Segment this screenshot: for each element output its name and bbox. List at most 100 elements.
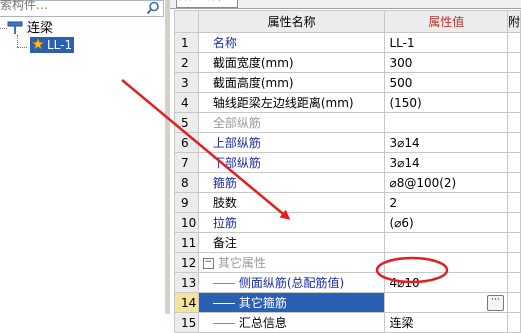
property-value[interactable]: 2 xyxy=(384,192,508,213)
property-value[interactable] xyxy=(384,252,508,273)
property-value[interactable]: 4⌀10 xyxy=(384,272,508,293)
attachment-cell[interactable] xyxy=(506,312,521,333)
row-number: 6 xyxy=(174,132,199,153)
property-name: 其它属性 xyxy=(217,256,266,270)
property-name: 截面宽度(mm) xyxy=(197,52,386,73)
table-row[interactable]: 12 − 其它属性 xyxy=(174,252,521,273)
property-name: 汇总信息 xyxy=(238,316,287,330)
tree-node-ll-1[interactable]: LL-1 xyxy=(30,37,74,53)
attachment-cell[interactable] xyxy=(506,52,521,73)
table-row[interactable]: 3 截面高度(mm) 500 xyxy=(174,72,521,93)
property-group-other[interactable]: − 其它属性 xyxy=(197,252,386,273)
search-input[interactable] xyxy=(0,0,140,13)
attachment-cell[interactable] xyxy=(506,92,521,113)
attachment-cell[interactable] xyxy=(506,192,521,213)
property-editor-panel: 属性编辑 属性名称 属性值 附 1 名称 LL-1 2 截面宽度(mm) xyxy=(170,0,521,333)
attachment-cell[interactable] xyxy=(506,212,521,233)
property-value[interactable]: 3⌀14 xyxy=(384,152,508,173)
property-name-header[interactable]: 属性名称 xyxy=(197,10,386,33)
property-value[interactable]: (⌀6) xyxy=(384,212,508,233)
row-number: 4 xyxy=(174,92,199,113)
row-number: 15 xyxy=(174,312,199,333)
property-value[interactable]: 300 xyxy=(384,52,508,73)
property-value[interactable]: 500 xyxy=(384,72,508,93)
property-value[interactable] xyxy=(384,232,508,253)
attachment-cell[interactable] xyxy=(506,172,521,193)
property-grid: 属性名称 属性值 附 1 名称 LL-1 2 截面宽度(mm) 300 3 截面… xyxy=(174,10,521,333)
attachment-cell[interactable] xyxy=(506,272,521,293)
property-name: 其它箍筋 xyxy=(238,296,287,310)
table-row[interactable]: 7 下部纵筋 3⌀14 xyxy=(174,152,521,173)
table-row[interactable]: 5 全部纵筋 xyxy=(174,112,521,133)
table-row[interactable]: 1 名称 LL-1 xyxy=(174,32,521,53)
property-name: 轴线距梁左边线距离(mm) xyxy=(197,92,386,113)
attachment-cell[interactable] xyxy=(506,292,521,313)
property-value[interactable]: 连梁 xyxy=(384,312,508,333)
row-number: 1 xyxy=(174,32,199,53)
attachment-cell[interactable] xyxy=(506,32,521,53)
tree-node-root-label: 连梁 xyxy=(27,21,54,36)
table-row[interactable]: 4 轴线距梁左边线距离(mm) (150) xyxy=(174,92,521,113)
property-name: 肢数 xyxy=(197,192,386,213)
collapse-toggle[interactable]: − xyxy=(202,258,214,269)
row-number: 5 xyxy=(174,112,199,133)
table-row[interactable]: 15 汇总信息 连梁 xyxy=(174,312,521,333)
property-name: 侧面纵筋(总配筋值) xyxy=(238,276,345,290)
table-row[interactable]: 6 上部纵筋 3⌀14 xyxy=(174,132,521,153)
property-name: 备注 xyxy=(197,232,386,253)
table-row[interactable]: 2 截面宽度(mm) 300 xyxy=(174,52,521,73)
row-number: 3 xyxy=(174,72,199,93)
component-star-icon xyxy=(32,38,44,50)
property-name-cell: 其它箍筋 xyxy=(197,292,386,313)
property-name: 全部纵筋 xyxy=(197,112,386,133)
tree-connector xyxy=(17,35,18,47)
property-value-header[interactable]: 属性值 xyxy=(384,10,508,33)
attachment-cell[interactable] xyxy=(506,232,521,253)
tree-connector xyxy=(17,47,27,48)
property-value-editor[interactable]: ··· xyxy=(384,292,508,313)
table-row[interactable]: 10 拉筋 (⌀6) xyxy=(174,212,521,233)
tree-indent-line xyxy=(212,283,235,284)
property-name: 下部纵筋 xyxy=(197,152,386,173)
table-row[interactable]: 9 肢数 2 xyxy=(174,192,521,213)
table-row[interactable]: 8 箍筋 ⌀8@100(2) xyxy=(174,172,521,193)
grid-header-row: 属性名称 属性值 附 xyxy=(174,10,521,33)
row-number: 11 xyxy=(174,232,199,253)
property-value[interactable] xyxy=(384,112,508,133)
row-number: 12 xyxy=(174,252,199,273)
table-row[interactable]: 11 备注 xyxy=(174,232,521,253)
property-value[interactable]: (150) xyxy=(384,92,508,113)
property-value[interactable]: LL-1 xyxy=(384,32,508,53)
component-tree: 连梁 LL-1 xyxy=(0,20,165,53)
property-name: 上部纵筋 xyxy=(197,132,386,153)
property-name: 截面高度(mm) xyxy=(197,72,386,93)
tab-property-edit[interactable]: 属性编辑 xyxy=(176,0,238,8)
table-row[interactable]: 13 侧面纵筋(总配筋值) 4⌀10 xyxy=(174,272,521,293)
tree-connector xyxy=(0,28,7,29)
attachment-cell[interactable] xyxy=(506,152,521,173)
property-value[interactable]: ⌀8@100(2) xyxy=(384,172,508,193)
property-value[interactable]: 3⌀14 xyxy=(384,132,508,153)
ellipsis-button[interactable]: ··· xyxy=(486,295,504,311)
folder-tree-icon xyxy=(7,21,23,34)
attachment-cell[interactable] xyxy=(506,72,521,93)
attachment-cell[interactable] xyxy=(506,252,521,273)
tree-indent-line xyxy=(212,323,235,324)
attachment-cell[interactable] xyxy=(506,132,521,153)
tree-indent-line xyxy=(212,303,235,304)
attachment-cell[interactable] xyxy=(506,112,521,133)
attachment-header[interactable]: 附 xyxy=(506,10,521,33)
row-number: 10 xyxy=(174,212,199,233)
property-name-cell: 汇总信息 xyxy=(197,312,386,333)
row-number: 7 xyxy=(174,152,199,173)
property-name-cell: 侧面纵筋(总配筋值) xyxy=(197,272,386,293)
row-number: 13 xyxy=(174,272,199,293)
tree-node-root[interactable]: 连梁 xyxy=(0,20,165,37)
table-row-selected[interactable]: 14 其它箍筋 ··· xyxy=(174,292,521,313)
search-box xyxy=(0,0,164,17)
component-tree-panel: 连梁 LL-1 xyxy=(0,0,165,314)
row-number-header xyxy=(174,10,199,33)
row-number: 14 xyxy=(174,292,199,313)
search-icon[interactable] xyxy=(146,1,160,15)
property-name: 箍筋 xyxy=(197,172,386,193)
